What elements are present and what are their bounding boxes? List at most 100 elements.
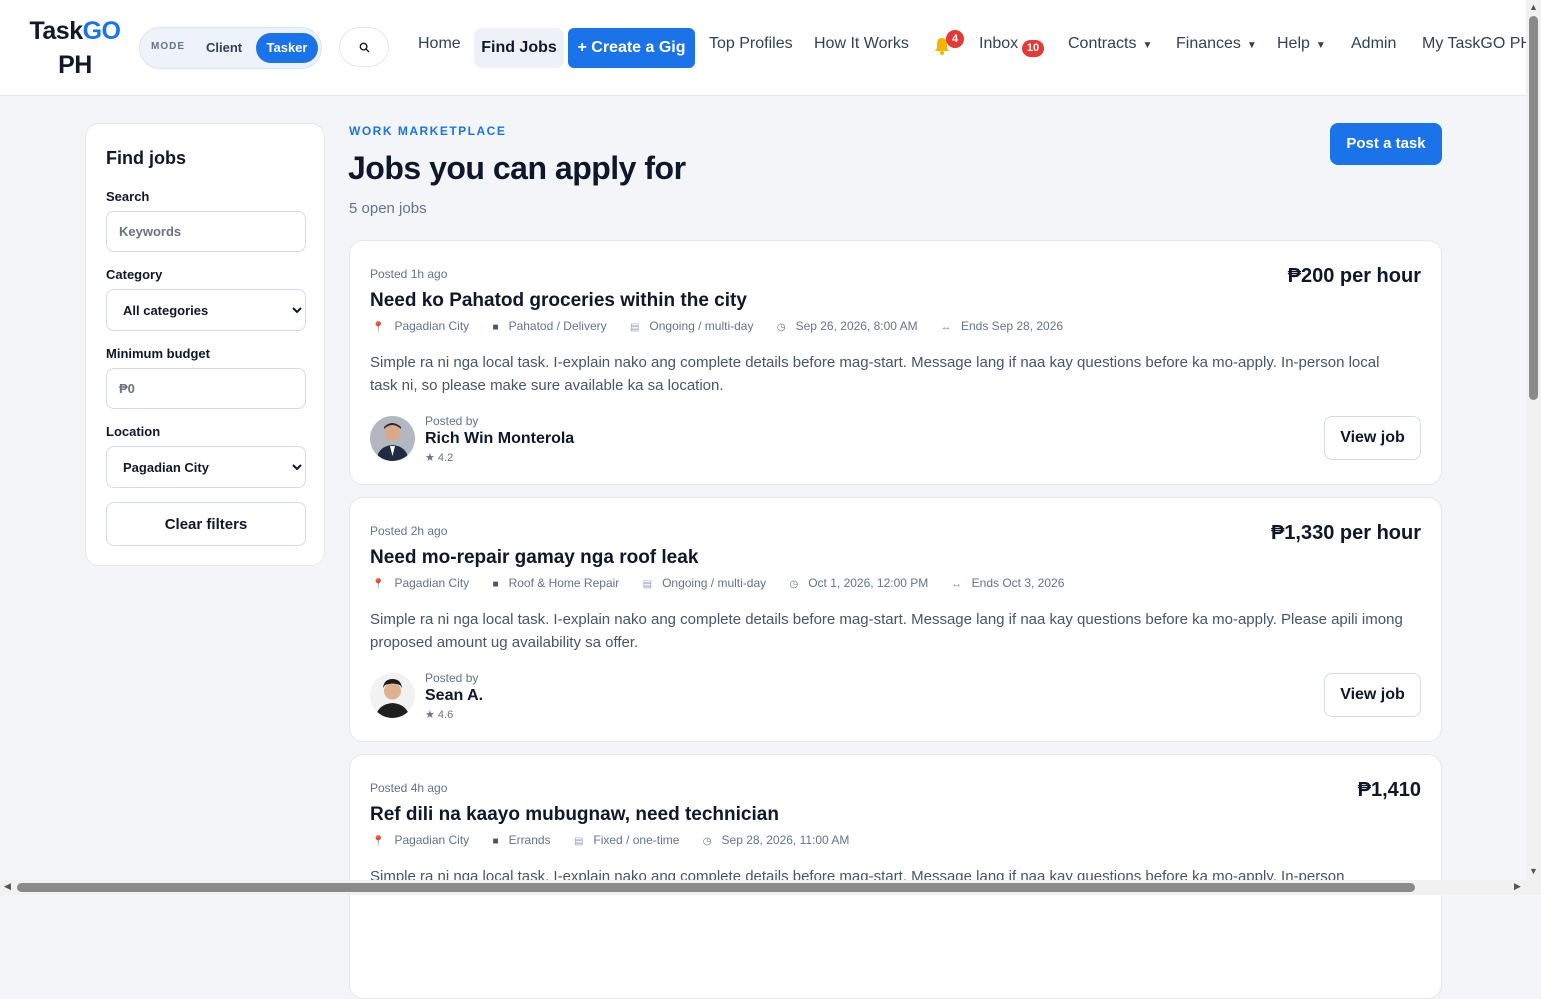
nav-contracts-label: Contracts bbox=[1068, 35, 1137, 52]
job-meta: 📍 Pagadian City ■ Pahatod / Delivery ▤ Ongo… bbox=[372, 319, 1083, 333]
poster-rating: ★ 4.6 bbox=[425, 709, 454, 721]
job-card: Posted 4h ago ₱1,410 Ref dili na kaayo m… bbox=[349, 754, 1442, 999]
arrows-icon: ↔ bbox=[941, 322, 951, 333]
mode-label: MODE bbox=[151, 41, 185, 52]
nav-home[interactable]: Home bbox=[418, 35, 461, 53]
location-label: Location bbox=[106, 424, 161, 439]
job-title[interactable]: Need mo-repair gamay nga roof leak bbox=[370, 547, 698, 569]
job-meta: 📍 Pagadian City ■ Roof & Home Repair ▤ Ongo… bbox=[372, 576, 1084, 590]
pin-icon: 📍 bbox=[372, 836, 385, 847]
job-title[interactable]: Need ko Pahatod groceries within the cit… bbox=[370, 290, 747, 312]
brand-logo[interactable]: TaskGO PH bbox=[22, 14, 128, 82]
job-category: Roof & Home Repair bbox=[508, 576, 620, 590]
job-posted-time: Posted 1h ago bbox=[370, 267, 448, 281]
brand-task: Task bbox=[29, 17, 83, 45]
nav-finances-label: Finances bbox=[1176, 35, 1241, 52]
nav-top-profiles[interactable]: Top Profiles bbox=[709, 35, 793, 53]
posted-by-label: Posted by bbox=[425, 671, 479, 685]
category-select[interactable]: All categories bbox=[106, 289, 306, 331]
nav-how-it-works[interactable]: How It Works bbox=[814, 35, 909, 53]
top-navbar: TaskGO PH MODE Client Tasker Home Find J… bbox=[0, 0, 1532, 96]
pin-icon: 📍 bbox=[372, 322, 385, 333]
avatar bbox=[370, 673, 415, 718]
horizontal-scroll-thumb[interactable] bbox=[17, 883, 1415, 892]
nav-admin[interactable]: Admin bbox=[1351, 35, 1396, 53]
nav-my-account[interactable]: My TaskGO PH bbox=[1422, 35, 1532, 53]
clear-filters-button[interactable]: Clear filters bbox=[106, 502, 306, 546]
posted-by-label: Posted by bbox=[425, 414, 479, 428]
job-end-date: Ends Sep 28, 2026 bbox=[961, 319, 1064, 333]
post-task-button[interactable]: Post a task bbox=[1330, 123, 1442, 165]
chevron-down-icon: ▼ bbox=[1246, 40, 1257, 51]
job-price: ₱200 per hour bbox=[1287, 265, 1421, 287]
job-title[interactable]: Ref dili na kaayo mubugnaw, need technic… bbox=[370, 804, 779, 826]
nav-find-jobs[interactable]: Find Jobs bbox=[474, 28, 564, 68]
scroll-left-icon[interactable]: ◀ bbox=[4, 881, 11, 892]
job-date: Sep 26, 2026, 8:00 AM bbox=[795, 319, 918, 333]
job-price: ₱1,330 per hour bbox=[1270, 522, 1421, 544]
vertical-scroll-thumb[interactable] bbox=[1529, 16, 1538, 400]
arrows-icon: ↔ bbox=[951, 579, 962, 590]
pin-icon: 📍 bbox=[372, 579, 385, 590]
scroll-up-icon[interactable]: ▲ bbox=[1529, 2, 1538, 12]
job-end-date: Ends Oct 3, 2026 bbox=[971, 576, 1065, 590]
mode-tasker-option[interactable]: Tasker bbox=[256, 33, 318, 63]
section-eyebrow: WORK MARKETPLACE bbox=[349, 124, 507, 138]
job-type: Ongoing / multi-day bbox=[649, 319, 754, 333]
location-select[interactable]: Pagadian City bbox=[106, 446, 306, 488]
nav-help-label: Help bbox=[1277, 35, 1310, 52]
clock-icon: ◷ bbox=[776, 322, 786, 333]
nav-contracts[interactable]: Contracts ▼ bbox=[1068, 35, 1152, 53]
mode-client-option[interactable]: Client bbox=[206, 40, 242, 55]
job-description: Simple ra ni nga local task. I-explain n… bbox=[370, 354, 1380, 394]
chevron-down-icon: ▼ bbox=[1142, 40, 1153, 51]
job-type: Fixed / one-time bbox=[593, 833, 680, 847]
mode-toggle: MODE Client Tasker bbox=[139, 27, 322, 69]
job-meta: 📍 Pagadian City ■ Errands ▤ Fixed / one-tim… bbox=[372, 833, 869, 847]
horizontal-scrollbar[interactable]: ◀ ▶ bbox=[0, 880, 1541, 895]
job-category: Pahatod / Delivery bbox=[508, 319, 607, 333]
job-location: Pagadian City bbox=[394, 833, 470, 847]
vertical-scrollbar[interactable]: ▲ ▼ bbox=[1526, 0, 1541, 880]
job-count: 5 open jobs bbox=[349, 200, 427, 217]
keyword-search-input[interactable] bbox=[106, 211, 306, 252]
nav-inbox[interactable]: Inbox bbox=[979, 35, 1018, 53]
category-label: Category bbox=[106, 267, 163, 282]
nav-finances[interactable]: Finances ▼ bbox=[1176, 35, 1257, 53]
filter-panel: Find jobs Search Category All categories… bbox=[85, 123, 325, 566]
view-job-button[interactable]: View job bbox=[1324, 673, 1421, 717]
folder-icon: ■ bbox=[492, 322, 499, 333]
create-gig-button[interactable]: + Create a Gig bbox=[568, 28, 695, 68]
search-button[interactable] bbox=[339, 27, 389, 67]
brand-ph: PH bbox=[58, 51, 92, 79]
minimum-budget-input[interactable] bbox=[106, 368, 306, 409]
notification-badge: 4 bbox=[946, 30, 964, 48]
document-icon: ▤ bbox=[642, 579, 653, 590]
filter-title: Find jobs bbox=[106, 148, 186, 168]
clock-icon: ◷ bbox=[702, 836, 712, 847]
job-card: Posted 2h ago ₱1,330 per hour Need mo-re… bbox=[349, 497, 1442, 742]
document-icon: ▤ bbox=[573, 836, 584, 847]
budget-label: Minimum budget bbox=[106, 346, 210, 361]
view-job-button[interactable]: View job bbox=[1324, 416, 1421, 460]
nav-help[interactable]: Help ▼ bbox=[1277, 35, 1326, 53]
poster-name[interactable]: Sean A. bbox=[425, 687, 483, 705]
poster-name[interactable]: Rich Win Monterola bbox=[425, 430, 574, 448]
poster-rating: ★ 4.2 bbox=[425, 452, 454, 464]
scroll-down-icon[interactable]: ▼ bbox=[1529, 866, 1538, 876]
job-date: Sep 28, 2026, 11:00 AM bbox=[721, 833, 850, 847]
document-icon: ▤ bbox=[629, 322, 640, 333]
page-title: Jobs you can apply for bbox=[348, 150, 686, 186]
job-type: Ongoing / multi-day bbox=[662, 576, 767, 590]
avatar bbox=[370, 416, 415, 461]
inbox-badge: 10 bbox=[1022, 40, 1044, 57]
job-posted-time: Posted 4h ago bbox=[370, 781, 448, 795]
search-label: Search bbox=[106, 189, 150, 204]
scroll-right-icon[interactable]: ▶ bbox=[1514, 881, 1521, 892]
clock-icon: ◷ bbox=[789, 579, 799, 590]
search-icon bbox=[359, 42, 369, 52]
folder-icon: ■ bbox=[492, 579, 499, 590]
job-category: Errands bbox=[508, 833, 551, 847]
folder-icon: ■ bbox=[492, 836, 499, 847]
job-price: ₱1,410 bbox=[1357, 779, 1421, 801]
